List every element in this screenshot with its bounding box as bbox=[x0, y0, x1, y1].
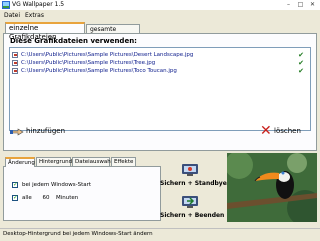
list-item[interactable]: C:\Users\Public\Pictures\Sample Pictures… bbox=[12, 67, 308, 75]
close-icon[interactable]: ✕ bbox=[307, 0, 318, 9]
on-start-checkbox[interactable]: ✓ bbox=[12, 182, 18, 188]
app-icon bbox=[2, 1, 10, 9]
file-path: C:\Users\Public\Pictures\Sample Pictures… bbox=[21, 52, 194, 58]
hand-pointer-icon bbox=[10, 128, 24, 136]
red-x-icon: ✕ bbox=[260, 123, 272, 139]
app-window: VG Wallpaper 1.5 – □ ✕ Datei Extras einz… bbox=[0, 0, 320, 241]
tab-whole-folders[interactable]: gesamte Ordner bbox=[86, 24, 140, 42]
save-exit-label: Sichern + Beenden bbox=[160, 212, 225, 219]
save-standby-label: Sichern + Standbye bbox=[160, 180, 227, 187]
list-item[interactable]: C:\Users\Public\Pictures\Sample Pictures… bbox=[12, 59, 308, 67]
image-file-icon bbox=[12, 60, 18, 66]
menu-bar: Datei Extras bbox=[0, 11, 320, 20]
file-path: C:\Users\Public\Pictures\Sample Pictures… bbox=[21, 60, 156, 66]
tab-aenderung[interactable]: Änderung bbox=[5, 157, 35, 167]
title-bar[interactable]: VG Wallpaper 1.5 – □ ✕ bbox=[0, 0, 320, 10]
wallpaper-preview-image bbox=[227, 153, 317, 222]
pc-save-icon bbox=[182, 164, 198, 176]
pc-exit-icon bbox=[182, 196, 198, 208]
status-bar: Desktop-Hintergrund bei jedem Windows-St… bbox=[0, 228, 320, 241]
save-exit-button[interactable]: Sichern + Beenden bbox=[160, 194, 225, 220]
checkmark-icon: ✔ bbox=[298, 67, 304, 75]
list-item[interactable]: C:\Users\Public\Pictures\Sample Pictures… bbox=[12, 51, 308, 59]
change-settings-panel: ✓ bei jedem Windows-Start ✓ alle 60 Minu… bbox=[3, 166, 161, 221]
menu-datei[interactable]: Datei bbox=[4, 12, 20, 19]
on-start-label: bei jedem Windows-Start bbox=[22, 182, 92, 188]
interval-unit: Minuten bbox=[56, 195, 79, 201]
minimize-icon[interactable]: – bbox=[283, 0, 294, 9]
interval-checkbox[interactable]: ✓ bbox=[12, 195, 18, 201]
delete-label: löschen bbox=[274, 127, 301, 135]
checkmark-icon: ✔ bbox=[298, 59, 304, 67]
maximize-icon[interactable]: □ bbox=[295, 0, 306, 9]
add-button[interactable]: hinzufügen bbox=[10, 124, 80, 138]
file-path: C:\Users\Public\Pictures\Sample Pictures… bbox=[21, 68, 177, 74]
image-file-icon bbox=[12, 68, 18, 74]
interval-option[interactable]: ✓ alle 60 Minuten bbox=[12, 194, 112, 202]
checkmark-icon: ✔ bbox=[298, 51, 304, 59]
add-label: hinzufügen bbox=[26, 127, 66, 135]
interval-prefix: alle bbox=[22, 195, 32, 201]
status-text: Desktop-Hintergrund bei jedem Windows-St… bbox=[3, 231, 153, 237]
window-title: VG Wallpaper 1.5 bbox=[12, 1, 65, 8]
file-list[interactable]: C:\Users\Public\Pictures\Sample Pictures… bbox=[9, 47, 311, 131]
save-standby-button[interactable]: Sichern + Standbye bbox=[160, 162, 227, 188]
delete-button[interactable]: ✕ löschen bbox=[256, 124, 316, 138]
tab-single-files[interactable]: einzelne Grafikdateien bbox=[5, 22, 85, 41]
menu-extras[interactable]: Extras bbox=[25, 12, 44, 19]
interval-minutes-field[interactable]: 60 bbox=[40, 194, 52, 202]
image-file-icon bbox=[12, 52, 18, 58]
